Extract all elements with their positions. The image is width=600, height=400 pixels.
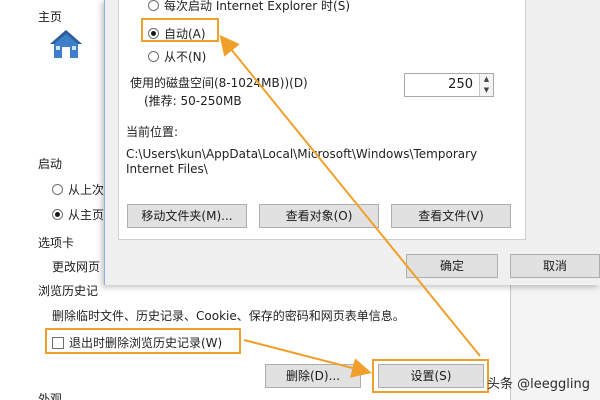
watermark: 头条 @leeggling bbox=[487, 377, 590, 392]
arrow-to-settings-button bbox=[243, 339, 372, 378]
arrow-to-automatic-option bbox=[219, 34, 481, 357]
annotation-arrows bbox=[219, 34, 481, 378]
